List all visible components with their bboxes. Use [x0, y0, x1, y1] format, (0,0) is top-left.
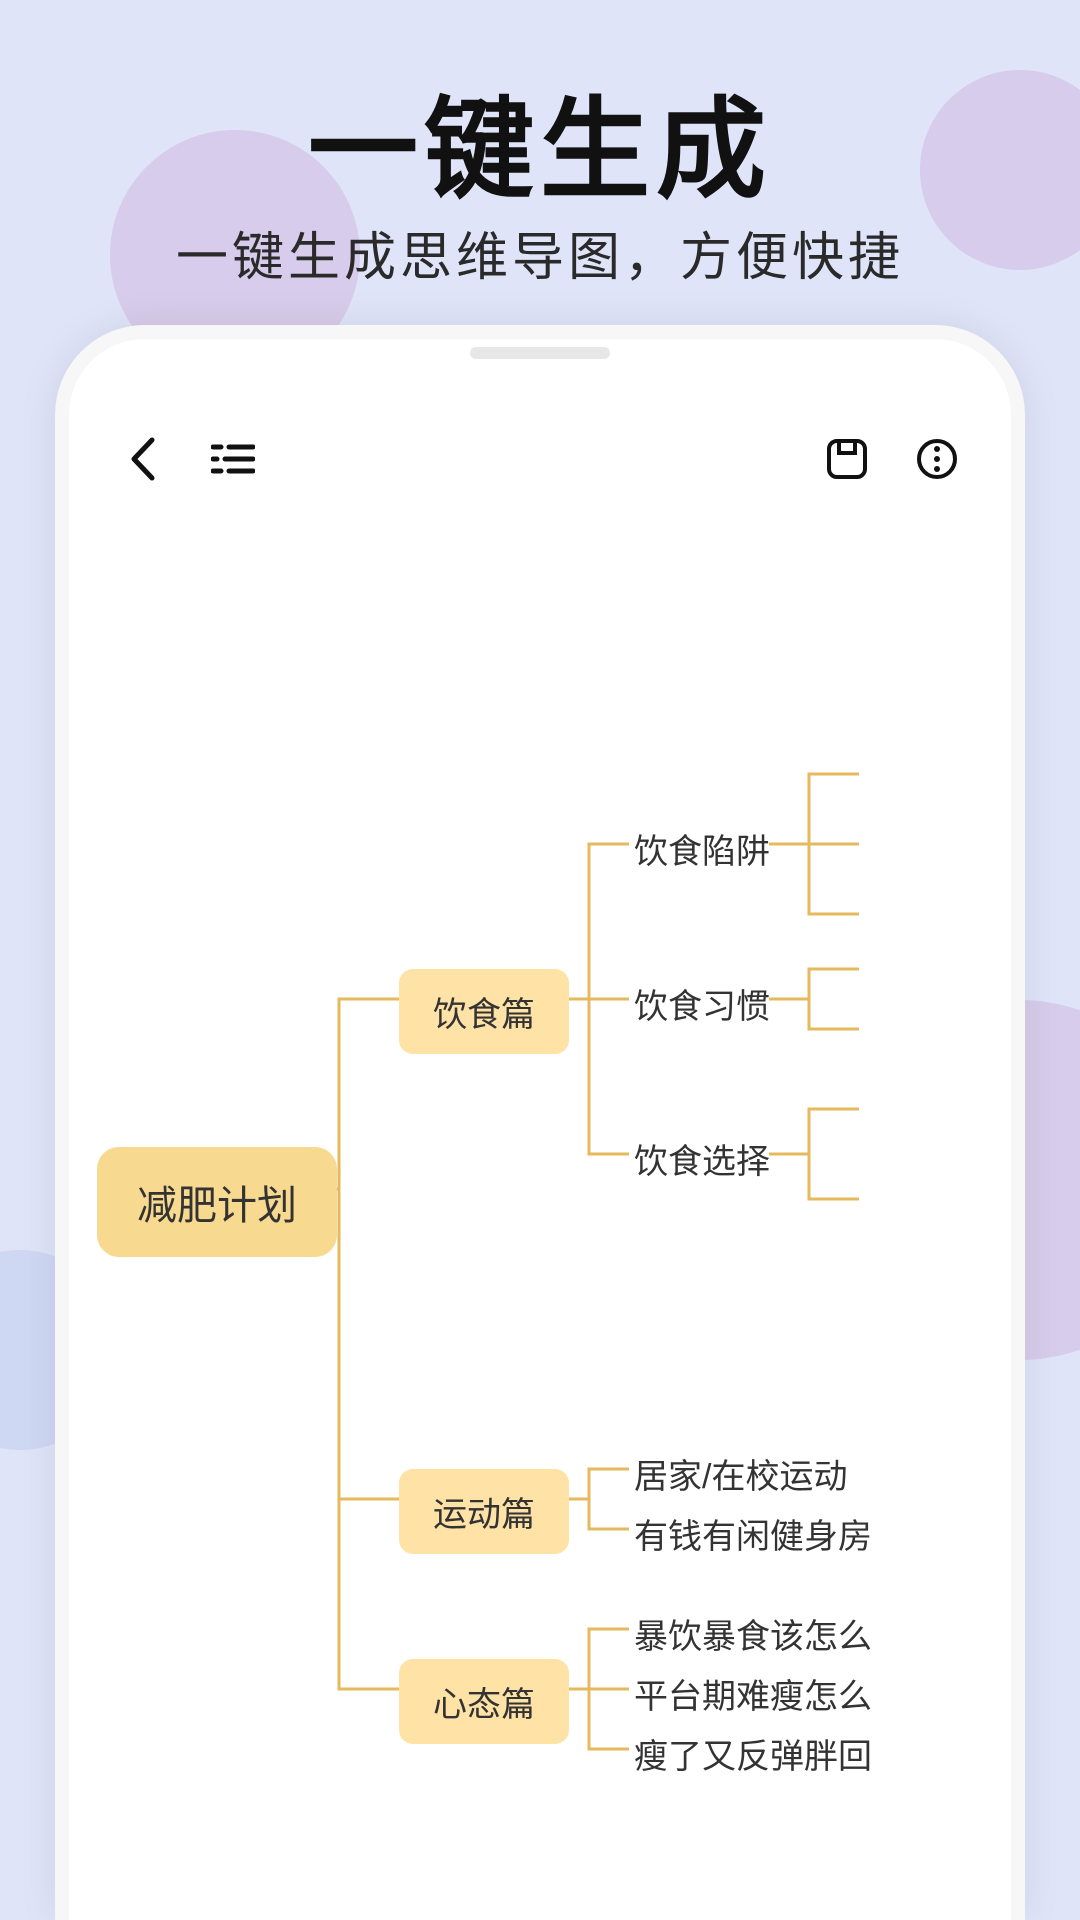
more-button[interactable] — [907, 429, 967, 489]
list-icon — [211, 441, 255, 477]
phone-speaker — [470, 347, 610, 359]
outline-button[interactable] — [203, 429, 263, 489]
chevron-left-icon — [128, 436, 158, 482]
mindmap-leaf-node[interactable]: 有钱有闲健身房 — [634, 1509, 872, 1558]
mindmap-leaf-node[interactable]: 瘦了又反弹胖回 — [634, 1729, 872, 1778]
mindmap-leaf-node[interactable]: 居家/在校运动 — [634, 1449, 847, 1498]
mindmap-category-node[interactable]: 运动篇 — [399, 1469, 569, 1554]
mindmap-root-node[interactable]: 减肥计划 — [97, 1147, 337, 1257]
promo-title: 一键生成 — [0, 60, 1080, 220]
more-vertical-icon — [915, 437, 959, 481]
mindmap-category-node[interactable]: 饮食篇 — [399, 969, 569, 1054]
mindmap-leaf-node[interactable]: 饮食选择 — [634, 1134, 770, 1183]
mindmap-leaf-node[interactable]: 平台期难瘦怎么 — [634, 1669, 872, 1718]
mindmap-leaf-node[interactable]: 暴饮暴食该怎么 — [634, 1609, 872, 1658]
mindmap-canvas[interactable]: 减肥计划 饮食篇 运动篇 心态篇 饮食陷阱 饮食习惯 饮食选择 居家/在校运动 … — [69, 529, 1011, 1920]
phone-frame: 减肥计划 饮食篇 运动篇 心态篇 饮食陷阱 饮食习惯 饮食选择 居家/在校运动 … — [55, 325, 1025, 1920]
mindmap-leaf-node[interactable]: 饮食习惯 — [634, 979, 770, 1028]
app-toolbar — [69, 419, 1011, 499]
promo-subtitle: 一键生成思维导图，方便快捷 — [0, 215, 1080, 290]
save-icon — [825, 437, 869, 481]
save-button[interactable] — [817, 429, 877, 489]
back-button[interactable] — [113, 429, 173, 489]
mindmap-leaf-node[interactable]: 饮食陷阱 — [634, 824, 770, 873]
mindmap-category-node[interactable]: 心态篇 — [399, 1659, 569, 1744]
